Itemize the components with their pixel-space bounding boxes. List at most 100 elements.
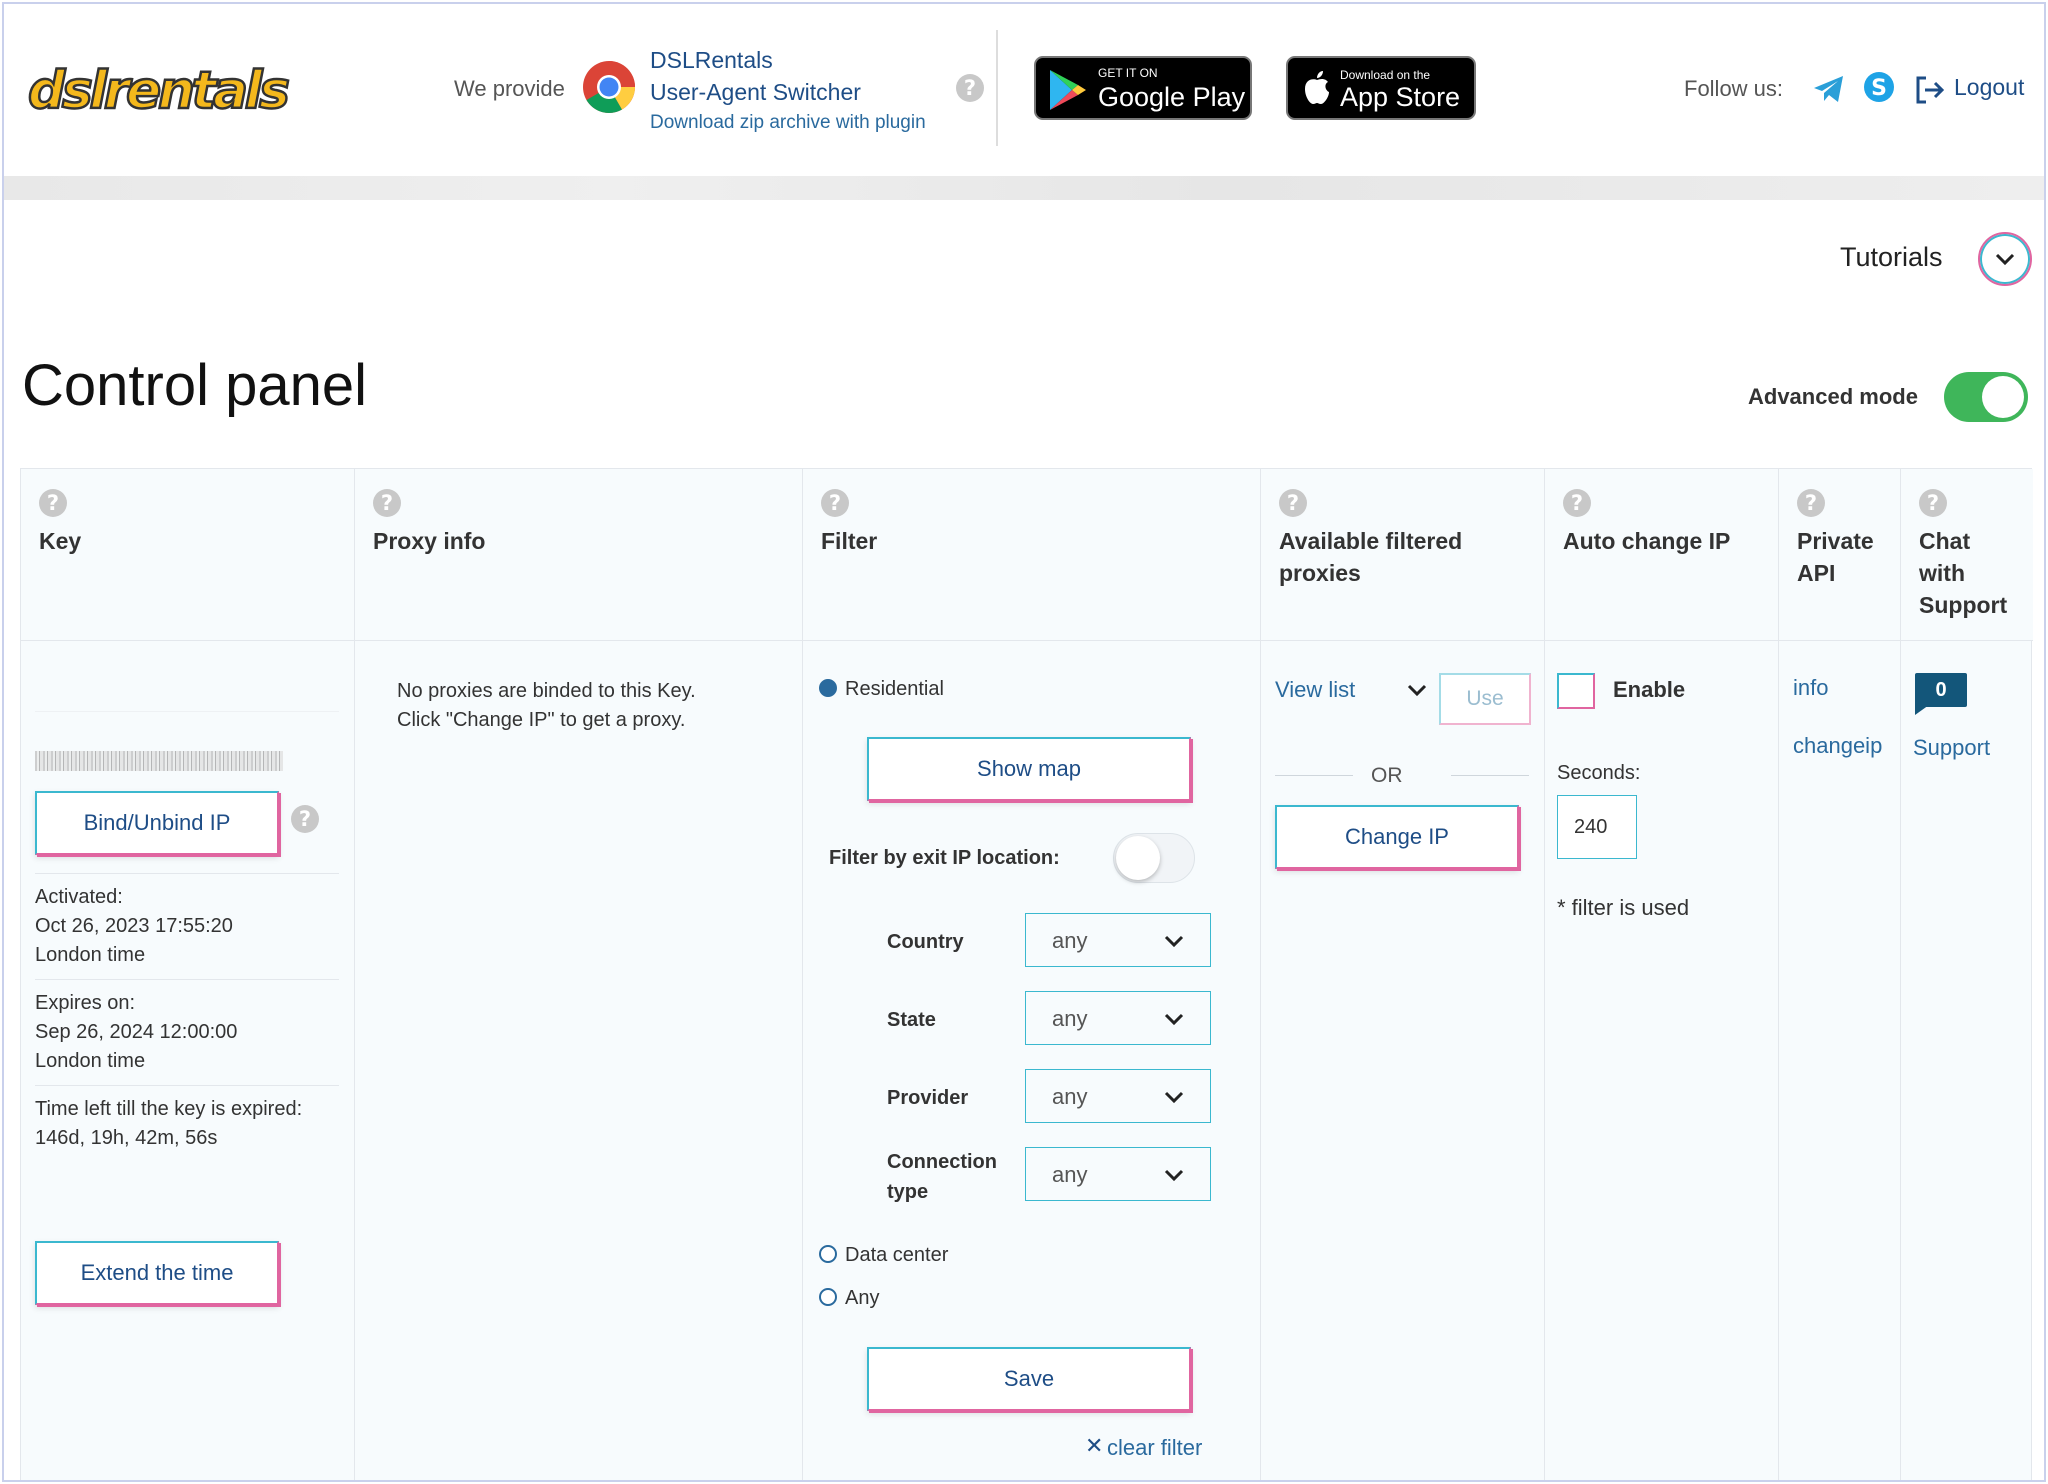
logo-text: dslrentals bbox=[28, 61, 290, 121]
astore-big-text: App Store bbox=[1340, 82, 1461, 112]
chevron-down-icon bbox=[1164, 1013, 1184, 1026]
seconds-input[interactable]: 240 bbox=[1557, 795, 1637, 859]
use-button[interactable]: Use bbox=[1439, 673, 1531, 725]
change-ip-button[interactable]: Change IP bbox=[1275, 805, 1519, 869]
header-available-title: Available filtered proxies bbox=[1279, 528, 1463, 586]
header-chat: ? Chat with Support bbox=[1901, 469, 2033, 641]
header-key-title: Key bbox=[39, 528, 82, 554]
state-select[interactable]: any bbox=[1025, 991, 1211, 1045]
plugin-download-link[interactable]: Download zip archive with plugin bbox=[650, 108, 926, 138]
google-play-badge[interactable]: GET IT ON Google Play bbox=[1034, 56, 1252, 120]
app-frame: dslrentals We provide DSLRentals User-Ag… bbox=[2, 2, 2046, 1482]
header-auto-change: ? Auto change IP bbox=[1545, 469, 1779, 641]
logout-link[interactable]: Logout bbox=[1954, 74, 2024, 101]
filter-help-icon[interactable]: ? bbox=[821, 489, 849, 517]
key-column: Bind/Unbind IP ? Activated: Oct 26, 2023… bbox=[21, 641, 355, 1480]
any-radio[interactable] bbox=[819, 1288, 837, 1306]
user-agent-switcher-link[interactable]: DSLRentals User-Agent Switcher Download … bbox=[650, 44, 926, 138]
enable-label: Enable bbox=[1613, 677, 1686, 702]
key-value-blurred bbox=[35, 751, 283, 771]
header-key: ? Key bbox=[21, 469, 355, 641]
or-separator: OR bbox=[1371, 764, 1403, 787]
chevron-down-icon bbox=[1995, 253, 2015, 266]
advanced-mode-toggle[interactable] bbox=[1944, 372, 2028, 422]
support-link[interactable]: Support bbox=[1913, 735, 1990, 761]
data-center-radio[interactable] bbox=[819, 1245, 837, 1263]
proxy-info-help-icon[interactable]: ? bbox=[373, 489, 401, 517]
logout-icon[interactable] bbox=[1914, 74, 1946, 106]
clear-filter-icon[interactable]: ✕ bbox=[1085, 1433, 1103, 1459]
filter-used-note: * filter is used bbox=[1557, 895, 1690, 920]
gplay-big-text: Google Play bbox=[1098, 82, 1246, 112]
activated-date: Oct 26, 2023 17:55:20 bbox=[35, 915, 233, 937]
seconds-label: Seconds: bbox=[1557, 762, 1641, 784]
key-help-icon[interactable]: ? bbox=[39, 489, 67, 517]
country-label: Country bbox=[887, 931, 964, 953]
connection-type-value: any bbox=[1052, 1162, 1088, 1187]
connection-type-select[interactable]: any bbox=[1025, 1147, 1211, 1201]
enable-checkbox[interactable] bbox=[1557, 673, 1595, 709]
tutorials-toggle-button[interactable] bbox=[1978, 232, 2032, 286]
toggle-knob bbox=[1982, 376, 2024, 418]
auto-change-column: Enable Seconds: 240 * filter is used bbox=[1545, 641, 1779, 1480]
chevron-down-icon bbox=[1164, 1169, 1184, 1182]
header-filter-title: Filter bbox=[821, 528, 878, 554]
chevron-down-icon[interactable] bbox=[1407, 683, 1427, 697]
time-left-value: 146d, 19h, 42m, 56s bbox=[35, 1127, 218, 1149]
extend-time-button[interactable]: Extend the time bbox=[35, 1241, 279, 1305]
dslrentals-logo[interactable]: dslrentals bbox=[26, 56, 296, 126]
header-strip bbox=[4, 176, 2044, 200]
provider-label: Provider bbox=[887, 1087, 969, 1109]
time-left-label: Time left till the key is expired: bbox=[35, 1098, 303, 1120]
clear-filter-link[interactable]: clear filter bbox=[1107, 1435, 1202, 1461]
provider-value: any bbox=[1052, 1084, 1088, 1109]
plugin-brand[interactable]: DSLRentals bbox=[650, 44, 926, 76]
chat-column: 0 Support bbox=[1901, 641, 2033, 1480]
expires-date: Sep 26, 2024 12:00:00 bbox=[35, 1021, 238, 1043]
save-filter-button[interactable]: Save bbox=[867, 1347, 1191, 1411]
header: dslrentals We provide DSLRentals User-Ag… bbox=[4, 4, 2044, 176]
header-auto-change-title: Auto change IP bbox=[1563, 528, 1731, 554]
api-info-link[interactable]: info bbox=[1793, 675, 1828, 701]
expires-label: Expires on: bbox=[35, 992, 136, 1014]
provider-select[interactable]: any bbox=[1025, 1069, 1211, 1123]
proxy-info-column: No proxies are binded to this Key. Click… bbox=[355, 641, 803, 1480]
auto-change-help-icon[interactable]: ? bbox=[1563, 489, 1591, 517]
show-map-button[interactable]: Show map bbox=[867, 737, 1191, 801]
toggle-knob bbox=[1116, 836, 1160, 880]
header-private-api: ? Private API bbox=[1779, 469, 1901, 641]
exit-ip-filter-label: Filter by exit IP location: bbox=[829, 847, 1060, 869]
change-ip-hint: Click "Change IP" to get a proxy. bbox=[397, 709, 686, 731]
country-select[interactable]: any bbox=[1025, 913, 1211, 967]
chat-help-icon[interactable]: ? bbox=[1919, 489, 1947, 517]
available-column: View list Use OR Change IP bbox=[1261, 641, 1545, 1480]
telegram-icon[interactable] bbox=[1812, 72, 1846, 106]
skype-icon[interactable]: S bbox=[1862, 70, 1896, 104]
advanced-mode-label: Advanced mode bbox=[1748, 384, 1918, 409]
apple-icon bbox=[1305, 71, 1329, 104]
exit-ip-filter-toggle[interactable] bbox=[1113, 833, 1195, 883]
chat-bubble-tail-icon bbox=[1915, 705, 1929, 715]
chat-badge[interactable]: 0 bbox=[1915, 673, 1967, 707]
tutorials-label[interactable]: Tutorials bbox=[1840, 242, 1943, 273]
view-list-dropdown[interactable]: View list bbox=[1275, 677, 1355, 703]
activated-tz: London time bbox=[35, 944, 146, 966]
control-table: ? Key ? Proxy info ? Filter ? Available … bbox=[20, 468, 2033, 1480]
expires-tz: London time bbox=[35, 1050, 146, 1072]
header-available: ? Available filtered proxies bbox=[1261, 469, 1545, 641]
bind-help-icon[interactable]: ? bbox=[291, 805, 319, 833]
plugin-name[interactable]: User-Agent Switcher bbox=[650, 76, 926, 108]
available-help-icon[interactable]: ? bbox=[1279, 489, 1307, 517]
api-changeip-link[interactable]: changeip bbox=[1793, 733, 1882, 759]
header-filter: ? Filter bbox=[803, 469, 1261, 641]
follow-us-label: Follow us: bbox=[1684, 76, 1784, 101]
data-center-label: Data center bbox=[845, 1244, 949, 1266]
filter-column: Residential Show map Filter by exit IP l… bbox=[803, 641, 1261, 1480]
plugin-help-icon[interactable]: ? bbox=[956, 74, 984, 102]
app-store-badge[interactable]: Download on the App Store bbox=[1286, 56, 1476, 120]
google-play-icon bbox=[1050, 70, 1086, 110]
header-proxy-info-title: Proxy info bbox=[373, 528, 486, 554]
residential-radio[interactable] bbox=[819, 679, 837, 697]
bind-unbind-ip-button[interactable]: Bind/Unbind IP bbox=[35, 791, 279, 855]
private-api-help-icon[interactable]: ? bbox=[1797, 489, 1825, 517]
